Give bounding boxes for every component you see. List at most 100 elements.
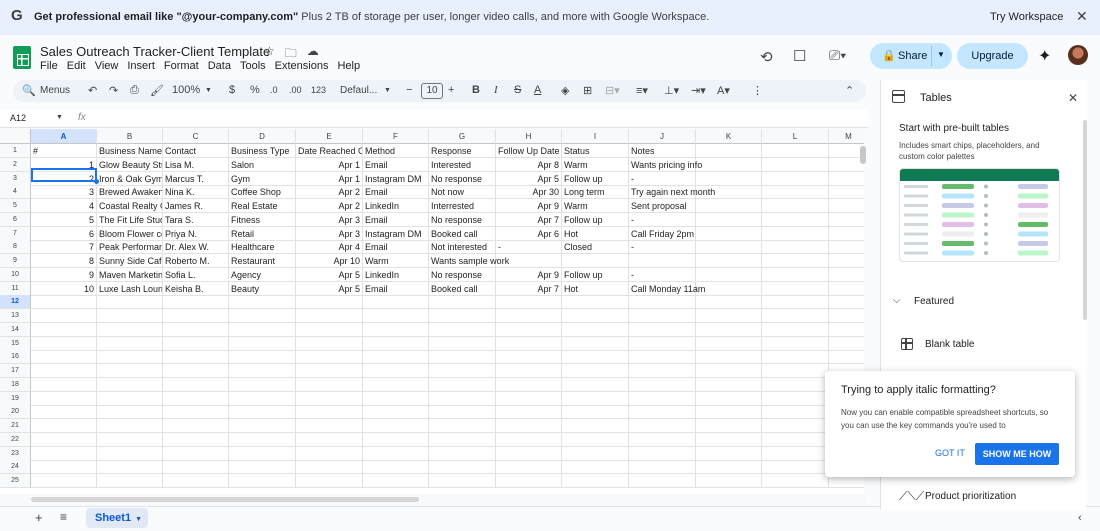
- table-cell[interactable]: [762, 405, 829, 420]
- header-cell[interactable]: [829, 144, 864, 158]
- menu-format[interactable]: Format: [164, 60, 199, 72]
- table-cell[interactable]: Email: [363, 212, 429, 227]
- table-cell[interactable]: [229, 419, 296, 433]
- table-cell[interactable]: [696, 405, 762, 420]
- table-cell[interactable]: [829, 295, 864, 310]
- row-header-18[interactable]: 18: [0, 377, 31, 392]
- table-cell[interactable]: [296, 405, 363, 420]
- table-cell[interactable]: [296, 309, 363, 323]
- table-cell[interactable]: [229, 432, 296, 447]
- row-header-6[interactable]: 6: [0, 212, 31, 227]
- table-cell[interactable]: LinkedIn: [363, 267, 429, 282]
- table-cell[interactable]: Apr 4: [296, 240, 363, 255]
- table-cell[interactable]: [429, 391, 496, 406]
- table-cell[interactable]: [696, 336, 762, 351]
- column-header-k[interactable]: K: [696, 129, 762, 144]
- table-cell[interactable]: [163, 460, 229, 475]
- font-size-input[interactable]: 10: [421, 83, 443, 99]
- table-cell[interactable]: [696, 419, 762, 433]
- table-cell[interactable]: Interrested: [429, 199, 496, 213]
- table-cell[interactable]: Apr 10: [296, 254, 363, 268]
- zoom-select[interactable]: 100%: [172, 84, 200, 96]
- table-cell[interactable]: [762, 474, 829, 488]
- table-cell[interactable]: [762, 432, 829, 447]
- table-cell[interactable]: Interested: [429, 157, 496, 172]
- close-icon[interactable]: ✕: [1068, 91, 1078, 105]
- table-cell[interactable]: [562, 474, 629, 488]
- table-cell[interactable]: [562, 295, 629, 310]
- menus-search[interactable]: Menus: [40, 85, 70, 96]
- table-cell[interactable]: [696, 350, 762, 365]
- table-cell[interactable]: [363, 405, 429, 420]
- header-cell[interactable]: Method: [363, 144, 429, 158]
- table-cell[interactable]: Instagram DM: [363, 226, 429, 241]
- table-cell[interactable]: [163, 309, 229, 323]
- featured-section[interactable]: Featured: [914, 296, 954, 307]
- percent-format-button[interactable]: %: [250, 84, 260, 96]
- table-cell[interactable]: [163, 432, 229, 447]
- table-cell[interactable]: [296, 295, 363, 310]
- table-cell[interactable]: Luxe Lash Lounge: [97, 281, 163, 296]
- italic-button[interactable]: I: [494, 84, 498, 96]
- table-cell[interactable]: Dr. Alex W.: [163, 240, 229, 255]
- table-cell[interactable]: [31, 350, 97, 365]
- table-cell[interactable]: Apr 30: [496, 185, 562, 200]
- menu-insert[interactable]: Insert: [127, 60, 155, 72]
- table-cell[interactable]: [229, 391, 296, 406]
- table-cell[interactable]: [496, 446, 562, 461]
- table-cell[interactable]: Apr 3: [296, 212, 363, 227]
- table-cell[interactable]: [829, 282, 864, 296]
- table-cell[interactable]: [829, 350, 864, 365]
- table-cell[interactable]: [31, 295, 97, 310]
- table-cell[interactable]: [229, 460, 296, 475]
- table-cell[interactable]: [496, 405, 562, 420]
- table-cell[interactable]: [829, 268, 864, 282]
- table-cell[interactable]: Not now: [429, 185, 496, 200]
- table-cell[interactable]: [163, 322, 229, 337]
- strikethrough-button[interactable]: S: [514, 84, 521, 96]
- table-cell[interactable]: Apr 8: [496, 157, 562, 172]
- table-cell[interactable]: [97, 446, 163, 461]
- table-cell[interactable]: Roberto M.: [163, 254, 229, 268]
- table-cell[interactable]: Lisa M.: [163, 157, 229, 172]
- table-cell[interactable]: [696, 157, 762, 172]
- table-cell[interactable]: [229, 474, 296, 488]
- table-cell[interactable]: [762, 350, 829, 365]
- sheets-logo-icon[interactable]: [13, 46, 31, 69]
- chevron-down-icon[interactable]: ⌵: [893, 295, 901, 306]
- header-cell[interactable]: [696, 144, 762, 158]
- table-cell[interactable]: -: [629, 240, 696, 255]
- table-cell[interactable]: Wants sample work: [429, 254, 509, 268]
- meet-icon[interactable]: ⎚▾: [829, 47, 846, 64]
- table-cell[interactable]: [496, 432, 562, 447]
- table-cell[interactable]: [363, 391, 429, 406]
- table-cell[interactable]: Hot: [562, 226, 629, 241]
- header-cell[interactable]: Contact: [163, 144, 229, 158]
- table-cell[interactable]: Call Monday 11am: [629, 281, 705, 296]
- table-cell[interactable]: [696, 322, 762, 337]
- row-header-12[interactable]: 12: [0, 295, 31, 310]
- table-cell[interactable]: [762, 295, 829, 310]
- table-cell[interactable]: [363, 336, 429, 351]
- header-cell[interactable]: Notes: [629, 144, 696, 158]
- chevron-down-icon[interactable]: ▼: [56, 114, 63, 121]
- table-cell[interactable]: [829, 158, 864, 172]
- table-cell[interactable]: [296, 474, 363, 488]
- table-cell[interactable]: [163, 446, 229, 461]
- table-cell[interactable]: Long term: [562, 185, 629, 200]
- table-cell[interactable]: Apr 2: [296, 185, 363, 200]
- chevron-down-icon[interactable]: ▼: [937, 50, 945, 59]
- table-cell[interactable]: Fitness: [229, 212, 296, 227]
- table-cell[interactable]: Warm: [363, 254, 429, 268]
- table-cell[interactable]: [363, 377, 429, 392]
- menu-data[interactable]: Data: [208, 60, 231, 72]
- table-cell[interactable]: [762, 419, 829, 433]
- row-header-24[interactable]: 24: [0, 460, 31, 475]
- version-history-icon[interactable]: ⟲: [760, 48, 773, 66]
- table-cell[interactable]: [829, 227, 864, 241]
- table-cell[interactable]: [163, 419, 229, 433]
- table-cell[interactable]: Brewed Awakening: [97, 185, 163, 200]
- table-cell[interactable]: [629, 295, 696, 310]
- row-header-8[interactable]: 8: [0, 240, 31, 255]
- column-header-d[interactable]: D: [229, 129, 296, 144]
